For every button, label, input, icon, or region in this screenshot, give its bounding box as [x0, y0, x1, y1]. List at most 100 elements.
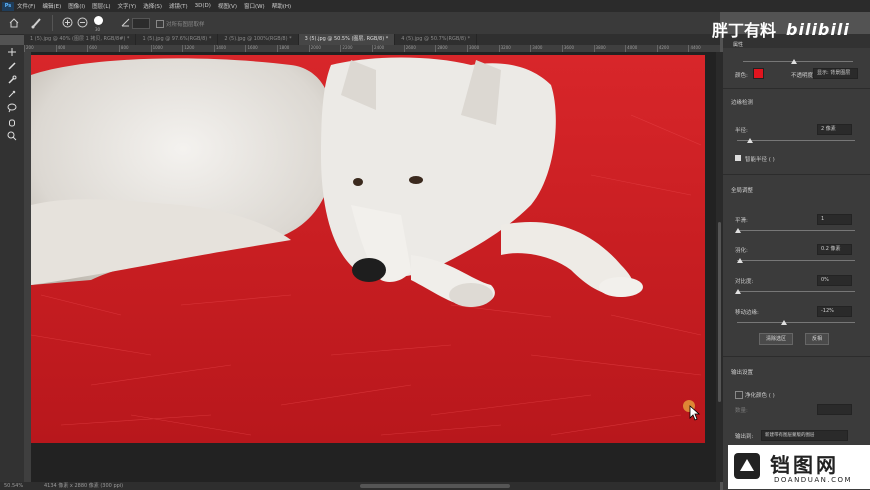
menu-edit[interactable]: 编辑(E) — [42, 2, 61, 10]
invert-button[interactable]: 反相 — [805, 333, 829, 345]
status-bar: 50.54% 4134 像素 x 2880 像素 (300 ppi) — [0, 482, 720, 490]
radius-label: 半径: — [735, 128, 748, 134]
amount-label: 数量: — [735, 408, 748, 414]
document-tabs: 1 (5).jpg @ 40% (图层 1 拷贝, RGB/8#) * 1 (5… — [24, 34, 720, 45]
left-ruler — [24, 52, 31, 482]
ruler-tick-label: 3200 — [498, 45, 531, 52]
tab-doc-2[interactable]: 1 (5).jpg @ 97.6%(RGB/8) * — [136, 34, 219, 45]
smart-radius-label: 智能半径 ( ) — [745, 157, 775, 163]
feather-slider[interactable] — [737, 258, 855, 263]
opacity-label: 不透明度 — [791, 73, 814, 79]
zoom-level[interactable]: 50.54% — [4, 482, 23, 490]
site-name: 铛图网 — [770, 453, 839, 477]
ruler-tick-label: 1000 — [150, 45, 183, 52]
ruler-tick-label: 200 — [24, 45, 56, 52]
lasso-icon[interactable] — [0, 101, 24, 115]
ruler-tick-label: 4400 — [688, 45, 720, 52]
menu-file[interactable]: 文件(F) — [17, 2, 35, 10]
ruler-tick-label: 2200 — [340, 45, 372, 52]
subtract-selection-icon[interactable] — [77, 17, 88, 28]
options-bar: 30 对所有图层取样 — [0, 12, 720, 35]
menu-window[interactable]: 窗口(W) — [244, 2, 265, 10]
decontaminate-checkbox[interactable] — [735, 391, 743, 399]
doc-info: 4134 像素 x 2880 像素 (300 ppi) — [44, 483, 124, 489]
radius-field[interactable]: 2 像素 — [817, 124, 852, 135]
ruler-tick-label: 3600 — [561, 45, 594, 52]
hand-icon[interactable] — [0, 115, 24, 129]
menu-layer[interactable]: 图层(L) — [92, 2, 110, 10]
angle-icon[interactable] — [120, 17, 131, 28]
angle-field[interactable] — [132, 18, 150, 29]
ruler-tick-label: 600 — [87, 45, 119, 52]
menu-select[interactable]: 选择(S) — [143, 2, 162, 10]
contrast-slider[interactable] — [735, 289, 855, 294]
brush-size[interactable]: 30 — [95, 27, 100, 32]
feather-field[interactable]: 0.2 像素 — [817, 244, 852, 255]
menu-view[interactable]: 视图(V) — [218, 2, 237, 10]
home-icon[interactable] — [8, 17, 20, 29]
ruler-tick-label: 1600 — [245, 45, 277, 52]
menu-help[interactable]: 帮助(H) — [272, 2, 291, 10]
bilibili-logo: bilibili — [786, 19, 850, 39]
ruler-tick-label: 4200 — [656, 45, 689, 52]
sample-all-checkbox[interactable] — [156, 20, 164, 28]
menu-image[interactable]: 图像(I) — [68, 2, 85, 10]
ruler-tick-label: 1800 — [277, 45, 309, 52]
tab-doc-active[interactable]: 3 (5).jpg @ 50.5% (图层, RGB/8) * — [298, 34, 396, 45]
global-adjust-section[interactable]: 全局调整 — [731, 186, 753, 194]
quick-select-icon[interactable] — [0, 73, 24, 87]
color-label: 颜色: — [735, 73, 748, 79]
view-slider[interactable] — [743, 59, 853, 64]
app-logo: Ps — [2, 1, 14, 11]
overlay-color-swatch[interactable] — [753, 68, 764, 79]
cursor-arrow-icon — [689, 405, 701, 421]
scroll-thumb[interactable] — [718, 222, 721, 402]
radius-slider[interactable] — [737, 138, 855, 143]
feather-label: 羽化: — [735, 248, 748, 254]
zoom-icon[interactable] — [0, 129, 24, 143]
output-section[interactable]: 输出设置 — [731, 368, 753, 376]
smooth-field[interactable]: 1 — [817, 214, 852, 225]
ruler-tick-label: 2000 — [308, 45, 341, 52]
amount-field[interactable] — [817, 404, 852, 415]
move-icon[interactable] — [0, 45, 24, 59]
refine-brush-icon[interactable] — [30, 16, 44, 30]
edge-detection-section[interactable]: 边缘检测 — [731, 98, 753, 106]
ruler-tick-label: 3800 — [593, 45, 626, 52]
tab-doc-1[interactable]: 1 (5).jpg @ 40% (图层 1 拷贝, RGB/8#) * — [24, 34, 137, 45]
smooth-slider[interactable] — [735, 228, 855, 233]
view-mode-select[interactable]: 显示: 背景图层 — [813, 68, 858, 79]
ruler-tick-label: 1200 — [182, 45, 214, 52]
contrast-field[interactable]: 0% — [817, 275, 852, 286]
ruler-tick-label: 800 — [118, 45, 151, 52]
top-ruler: 200 400 600 800 1000 1200 1400 1600 1800… — [24, 45, 720, 52]
menu-type[interactable]: 文字(Y) — [118, 2, 137, 10]
brush-icon[interactable] — [0, 59, 24, 73]
site-url: DOANDUAN.COM — [774, 476, 853, 484]
brush-preview[interactable] — [94, 16, 103, 25]
bilibili-watermark: 胖丁有料 bilibili — [712, 14, 870, 44]
horizontal-scroll-thumb[interactable] — [360, 484, 510, 488]
tool-panel — [0, 45, 24, 482]
clear-selection-button[interactable]: 清除选区 — [759, 333, 793, 345]
site-logo-icon — [734, 453, 760, 479]
shift-edge-field[interactable]: -12% — [817, 306, 852, 317]
ruler-tick-label: 4000 — [625, 45, 657, 52]
ruler-tick-label: 1400 — [213, 45, 246, 52]
document-canvas[interactable] — [31, 55, 705, 443]
output-to-label: 输出到: — [735, 434, 754, 440]
smart-radius-checkbox[interactable] — [735, 155, 741, 161]
vertical-scrollbar[interactable] — [716, 52, 723, 482]
output-to-select[interactable]: 新建带有图层蒙版的图层 — [761, 430, 848, 441]
tab-doc-3[interactable]: 2 (5).jpg @ 100%(RGB/8) * — [218, 34, 299, 45]
menu-bar: Ps 文件(F) 编辑(E) 图像(I) 图层(L) 文字(Y) 选择(S) 滤… — [0, 0, 870, 12]
refine-brush-icon[interactable] — [0, 87, 24, 101]
shift-edge-slider[interactable] — [737, 320, 855, 325]
menu-3d[interactable]: 3D(D) — [195, 3, 211, 9]
menu-filter[interactable]: 滤镜(T) — [169, 2, 188, 10]
site-watermark: 铛图网 DOANDUAN.COM — [728, 445, 870, 489]
ruler-tick-label: 2600 — [403, 45, 436, 52]
add-to-selection-icon[interactable] — [62, 17, 73, 28]
tab-doc-5[interactable]: 4 (5).jpg @ 50.7%(RGB/8) * — [395, 34, 478, 45]
watermark-text: 胖丁有料 — [712, 21, 777, 40]
